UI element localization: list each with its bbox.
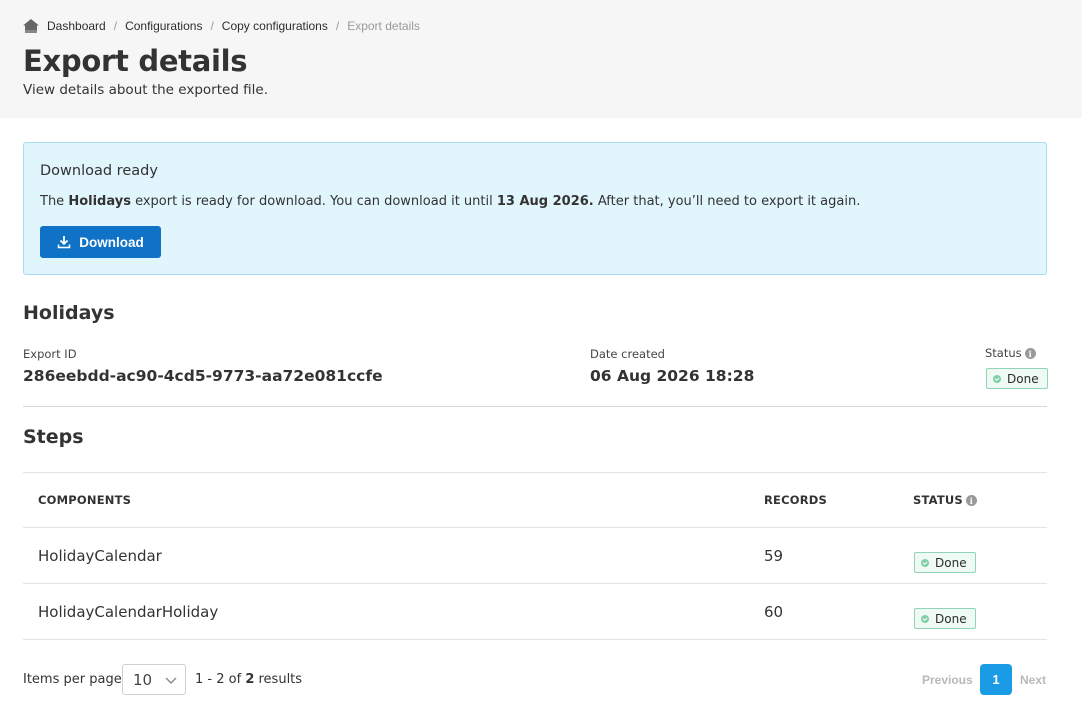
- page-subtitle: View details about the exported file.: [23, 82, 269, 98]
- status-label: Status i: [985, 346, 1036, 360]
- breadcrumb-configurations[interactable]: Configurations: [125, 19, 202, 33]
- download-ready-notice: Download ready The Holidays export is re…: [23, 142, 1047, 275]
- row-divider: [23, 639, 1047, 640]
- status-badge-text: Done: [935, 555, 967, 570]
- date-created-value: 06 Aug 2026 18:28: [590, 367, 755, 385]
- notice-text-middle: export is ready for download. You can do…: [130, 194, 497, 209]
- info-icon[interactable]: i: [965, 495, 977, 506]
- items-per-page-value: 10: [133, 670, 153, 689]
- breadcrumb-copy-configurations[interactable]: Copy configurations: [222, 19, 328, 33]
- export-id-value: 286eebdd-ac90-4cd5-9773-aa72e081ccfe: [23, 367, 383, 385]
- breadcrumb-separator: /: [210, 19, 214, 33]
- export-name-heading: Holidays: [23, 302, 115, 324]
- previous-page-button[interactable]: Previous: [922, 673, 973, 687]
- check-circle-icon: [921, 614, 929, 623]
- column-header-status[interactable]: STATUS i: [913, 493, 977, 507]
- next-page-button[interactable]: Next: [1020, 673, 1046, 687]
- download-button-label: Download: [79, 234, 144, 250]
- section-divider: [23, 406, 1047, 407]
- results-range: 1 - 2: [195, 672, 225, 687]
- results-summary: 1 - 2 of 2 results: [195, 672, 302, 687]
- steps-heading: Steps: [23, 426, 84, 448]
- breadcrumb-separator: /: [335, 19, 340, 33]
- breadcrumb-current: Export details: [347, 19, 420, 33]
- check-circle-icon: [993, 374, 1001, 383]
- page-1-button[interactable]: 1: [980, 664, 1012, 695]
- items-per-page-label: Items per page: [23, 672, 122, 687]
- info-icon[interactable]: i: [1024, 348, 1036, 359]
- component-cell: HolidayCalendar: [38, 547, 162, 565]
- chevron-down-icon: [165, 674, 177, 686]
- notice-title: Download ready: [40, 163, 158, 179]
- results-of: of: [228, 672, 242, 687]
- items-per-page-select[interactable]: 10: [122, 664, 186, 695]
- breadcrumb: Dashboard / Configurations / Copy config…: [23, 18, 420, 34]
- page-title: Export details: [23, 44, 248, 78]
- results-total: 2: [245, 672, 255, 687]
- download-icon: [57, 235, 71, 249]
- table-top-border: [23, 472, 1047, 473]
- download-button[interactable]: Download: [40, 226, 161, 258]
- page-header: Dashboard / Configurations / Copy config…: [0, 0, 1082, 118]
- column-header-status-text: STATUS: [913, 493, 963, 507]
- notice-text-suffix: After that, you’ll need to export it aga…: [593, 194, 861, 209]
- export-id-label: Export ID: [23, 347, 77, 361]
- date-created-label: Date created: [590, 347, 665, 361]
- breadcrumb-dashboard[interactable]: Dashboard: [47, 19, 106, 33]
- status-label-text: Status: [985, 346, 1022, 360]
- breadcrumb-separator: /: [113, 19, 118, 33]
- column-header-components[interactable]: COMPONENTS: [38, 493, 131, 507]
- results-label: results: [258, 672, 303, 687]
- records-cell: 60: [764, 603, 784, 621]
- header-divider: [23, 527, 1047, 528]
- status-badge: Done: [914, 608, 976, 629]
- notice-export-name: Holidays: [68, 194, 131, 209]
- home-icon[interactable]: [23, 19, 39, 33]
- column-header-records[interactable]: RECORDS: [764, 493, 827, 507]
- records-cell: 59: [764, 547, 784, 565]
- notice-text-prefix: The: [40, 194, 69, 209]
- component-cell: HolidayCalendarHoliday: [38, 603, 219, 621]
- status-badge-text: Done: [1007, 371, 1039, 386]
- notice-text: The Holidays export is ready for downloa…: [40, 194, 860, 209]
- check-circle-icon: [921, 558, 929, 567]
- row-divider: [23, 583, 1047, 584]
- notice-expiry-date: 13 Aug 2026.: [496, 194, 594, 209]
- status-badge: Done: [914, 552, 976, 573]
- status-badge: Done: [986, 368, 1048, 389]
- status-badge-text: Done: [935, 611, 967, 626]
